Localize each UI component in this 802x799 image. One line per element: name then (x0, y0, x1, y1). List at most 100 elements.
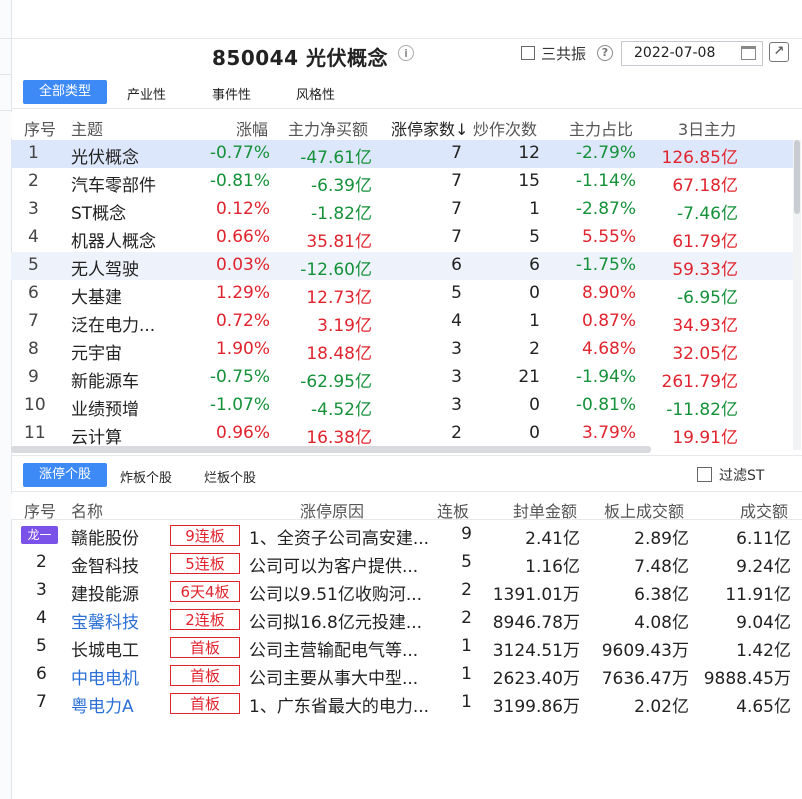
table-row[interactable]: 1 光伏概念 -0.77% -47.61亿 7 12 -2.79% 126.85亿 (11, 140, 793, 168)
limit-up-reason[interactable]: 公司拟16.8亿元投建... (249, 608, 422, 633)
change-pct: 0.96% (215, 423, 270, 443)
filter-st-checkbox[interactable] (697, 467, 712, 482)
stock-name[interactable]: 长城电工 (71, 636, 139, 661)
theme-name: 泛在电力... (71, 316, 156, 336)
share-icon[interactable]: ↗ (769, 42, 789, 62)
net-buy: -12.60亿 (300, 260, 372, 280)
stock-name[interactable]: 金智科技 (71, 552, 139, 577)
tab-broken-board-stocks[interactable]: 炸板个股 (120, 467, 172, 486)
table-row[interactable]: 8 元宇宙 1.90% 18.48亿 3 2 4.68% 32.05亿 (11, 336, 793, 364)
limit-up-reason[interactable]: 1、全资子公司高安建... (249, 524, 429, 549)
row-index: 2 (36, 552, 47, 572)
three-day-main: 126.85亿 (661, 148, 738, 168)
col-main-ratio[interactable]: 主力占比 (569, 116, 633, 140)
consecutive-boards: 1 (461, 664, 472, 684)
tab-style[interactable]: 风格性 (296, 84, 335, 103)
row-index: 5 (36, 636, 47, 656)
table-row[interactable]: 6 大基建 1.29% 12.73亿 5 0 8.90% -6.95亿 (11, 280, 793, 308)
hype-count: 1 (529, 199, 540, 219)
col-net-buy[interactable]: 主力净买额 (288, 116, 368, 140)
date-picker[interactable]: 2022-07-08 (621, 41, 763, 66)
table-row[interactable]: 7 泛在电力... 0.72% 3.19亿 4 1 0.87% 34.93亿 (11, 308, 793, 336)
consecutive-boards: 2 (461, 580, 472, 600)
theme-name: 无人驾驶 (71, 260, 139, 280)
resonance-checkbox[interactable] (521, 46, 535, 60)
seal-amount: 2623.40万 (492, 669, 580, 689)
row-index: 7 (28, 311, 39, 331)
table-row[interactable]: 2 金智科技 5连板 公司可以为客户提供... 5 1.16亿 7.48亿 9.24亿 (11, 549, 801, 577)
net-buy: 18.48亿 (306, 344, 372, 364)
three-day-main: -7.46亿 (677, 204, 738, 224)
stock-name[interactable]: 宝馨科技 (71, 608, 139, 633)
stock-name[interactable]: 粤电力A (71, 692, 134, 717)
turnover: 4.65亿 (736, 697, 791, 717)
tab-rotten-board-stocks[interactable]: 烂板个股 (204, 467, 256, 486)
table-row[interactable]: 龙一 赣能股份 9连板 1、全资子公司高安建... 9 2.41亿 2.89亿 6.11亿 (11, 521, 801, 549)
three-day-main: 67.18亿 (672, 176, 738, 196)
theme-name: 云计算 (71, 428, 122, 448)
limit-up-count: 6 (451, 255, 462, 275)
limit-up-count: 3 (451, 339, 462, 359)
concept-table-header: 序号 主题 涨幅 主力净买额 涨停家数↓ 炒作次数 主力占比 3日主力 (11, 112, 802, 140)
help-icon[interactable]: ? (597, 45, 613, 61)
net-buy: 16.38亿 (306, 428, 372, 448)
row-index: 7 (36, 692, 47, 712)
table-row[interactable]: 6 中电电机 首板 公司主要从事大中型... 1 2623.40万 7636.47万 9888… (11, 661, 801, 689)
theme-name: 业绩预增 (71, 400, 139, 420)
seal-amount: 3124.51万 (492, 641, 580, 661)
top-divider (11, 38, 802, 39)
col-change[interactable]: 涨幅 (236, 116, 268, 140)
table-row[interactable]: 3 建投能源 6天4板 公司以9.51亿收购河... 2 1391.01万 6.38亿 11.… (11, 577, 801, 605)
change-pct: 0.66% (215, 227, 270, 247)
divider (11, 455, 802, 456)
table-row[interactable]: 7 粤电力A 首板 1、广东省最大的电力... 1 3199.86万 2.02亿 4.65亿 (11, 689, 801, 717)
change-pct: -0.81% (209, 171, 270, 191)
table-row[interactable]: 10 业绩预增 -1.07% -4.52亿 3 0 -0.81% -11.82亿 (11, 392, 793, 420)
table-row[interactable]: 11 云计算 0.96% 16.38亿 2 0 3.79% 19.91亿 (11, 420, 793, 448)
col-index[interactable]: 序号 (24, 116, 56, 140)
row-index: 2 (28, 171, 39, 191)
table-row[interactable]: 4 宝馨科技 2连板 公司拟16.8亿元投建... 2 8946.78万 4.08亿 9.04… (11, 605, 801, 633)
limit-up-reason[interactable]: 公司主营输配电气等... (249, 636, 418, 661)
stock-name[interactable]: 中电电机 (71, 664, 139, 689)
table-row[interactable]: 9 新能源车 -0.75% -62.95亿 3 21 -1.94% 261.79亿 (11, 364, 793, 392)
table-row[interactable]: 4 机器人概念 0.66% 35.81亿 7 5 5.55% 61.79亿 (11, 224, 793, 252)
hype-count: 15 (518, 171, 540, 191)
table-row[interactable]: 3 ST概念 0.12% -1.82亿 7 1 -2.87% -7.46亿 (11, 196, 793, 224)
table-row[interactable]: 5 长城电工 首板 公司主营输配电气等... 1 3124.51万 9609.43万 1.42… (11, 633, 801, 661)
info-icon[interactable]: i (398, 45, 414, 61)
net-buy: -47.61亿 (300, 148, 372, 168)
consecutive-boards: 1 (461, 692, 472, 712)
limit-up-count: 4 (451, 311, 462, 331)
horizontal-scrollbar[interactable] (11, 446, 651, 453)
tab-limit-up-stocks[interactable]: 涨停个股 (23, 463, 107, 487)
scrollbar-thumb[interactable] (794, 140, 800, 214)
on-board-turnover: 6.38亿 (634, 585, 689, 605)
net-buy: 12.73亿 (306, 288, 372, 308)
stock-name[interactable]: 建投能源 (71, 580, 139, 605)
limit-up-reason[interactable]: 公司主要从事大中型... (249, 664, 418, 689)
hype-count: 12 (518, 143, 540, 163)
tab-industry[interactable]: 产业性 (127, 84, 166, 103)
stock-name[interactable]: 赣能股份 (71, 524, 139, 549)
tab-event[interactable]: 事件性 (212, 84, 251, 103)
table-row[interactable]: 2 汽车零部件 -0.81% -6.39亿 7 15 -1.14% 67.18亿 (11, 168, 793, 196)
three-day-main: 19.91亿 (672, 428, 738, 448)
theme-name: 汽车零部件 (71, 176, 156, 196)
net-buy: -1.82亿 (311, 204, 372, 224)
calendar-icon[interactable] (741, 46, 756, 60)
col-3day-main[interactable]: 3日主力 (678, 116, 736, 140)
turnover: 6.11亿 (736, 529, 791, 549)
limit-up-reason[interactable]: 公司以9.51亿收购河... (249, 580, 422, 605)
col-limit-up-count[interactable]: 涨停家数↓ (391, 116, 468, 140)
tab-all-types[interactable]: 全部类型 (23, 80, 107, 104)
col-theme[interactable]: 主题 (71, 116, 103, 140)
limit-up-count: 7 (451, 143, 462, 163)
on-board-turnover: 7.48亿 (634, 557, 689, 577)
limit-up-reason[interactable]: 公司可以为客户提供... (249, 552, 418, 577)
change-pct: -1.07% (209, 395, 270, 415)
col-hype-count[interactable]: 炒作次数 (473, 116, 537, 140)
table-row[interactable]: 5 无人驾驶 0.03% -12.60亿 6 6 -1.75% 59.33亿 (11, 252, 793, 280)
limit-up-reason[interactable]: 1、广东省最大的电力... (249, 692, 429, 717)
page-title: 850044 光伏概念 (212, 46, 388, 70)
